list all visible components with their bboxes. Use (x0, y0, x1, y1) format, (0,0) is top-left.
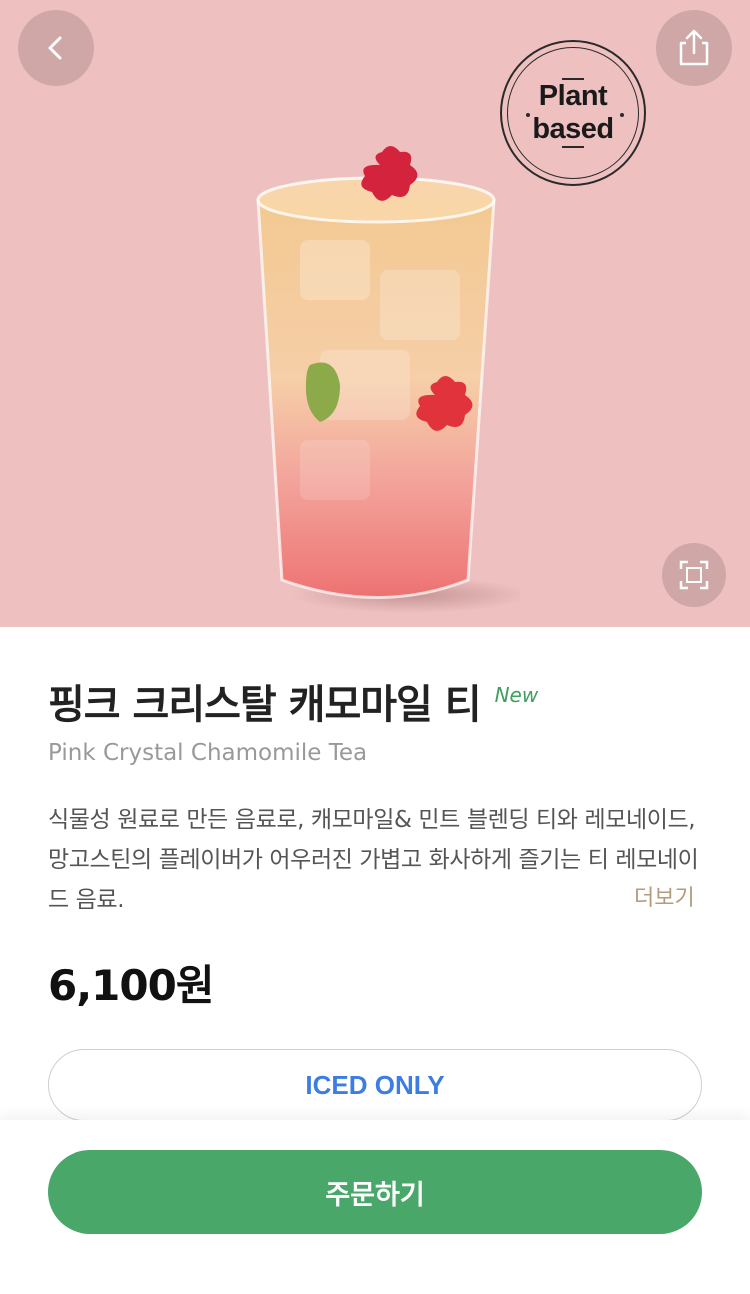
product-title-row: 핑크 크리스탈 캐모마일 티 New (48, 672, 708, 730)
share-icon (679, 29, 709, 66)
chevron-left-icon (48, 36, 62, 60)
product-name: 핑크 크리스탈 캐모마일 티 (48, 682, 482, 728)
drink-illustration (256, 146, 520, 613)
more-link[interactable]: 더보기 (634, 880, 695, 912)
product-hero-image: Plant based (0, 0, 750, 627)
product-price: 6,100원 (48, 961, 214, 1010)
iced-only-option[interactable]: ICED ONLY (48, 1049, 702, 1121)
order-button[interactable]: 주문하기 (48, 1150, 702, 1234)
new-badge: New (494, 683, 539, 707)
expand-image-button[interactable] (662, 543, 726, 607)
product-english-name: Pink Crystal Chamomile Tea (48, 740, 368, 766)
expand-icon (679, 560, 709, 590)
product-description: 식물성 원료로 만든 음료로, 캐모마일& 민트 블렌딩 티와 레모네이드, 망… (48, 807, 699, 913)
plant-based-badge: Plant based (500, 40, 646, 186)
share-button[interactable] (656, 10, 732, 86)
bottom-bar: 주문하기 (0, 1120, 750, 1294)
back-button[interactable] (18, 10, 94, 86)
